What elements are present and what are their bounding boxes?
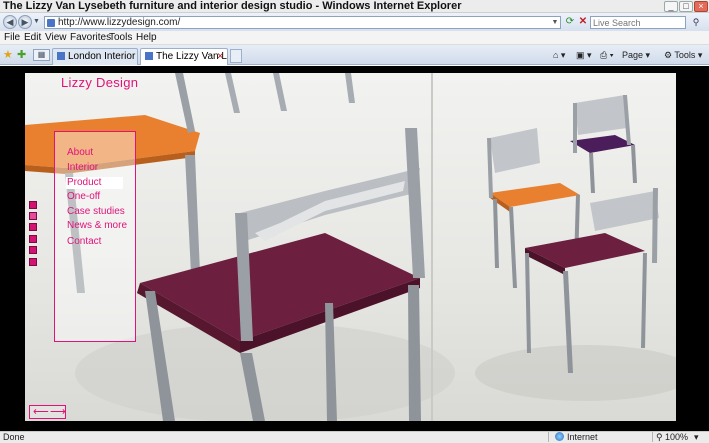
window-title-bar: The Lizzy Van Lysebeth furniture and int… <box>0 0 709 13</box>
status-text: Done <box>3 432 25 442</box>
close-tab-icon[interactable]: ✕ <box>216 49 224 64</box>
gallery-thumb-5[interactable] <box>29 246 37 254</box>
zoom-dropdown-icon[interactable]: ▾ <box>694 432 699 443</box>
window-title: The Lizzy Van Lysebeth furniture and int… <box>3 0 462 12</box>
nav-interior[interactable]: Interior <box>67 162 98 174</box>
status-divider <box>652 432 653 442</box>
search-box[interactable] <box>590 16 686 29</box>
status-bar: Done Internet ⚲ 100% ▾ <box>0 431 709 443</box>
home-icon[interactable]: ⌂ ▾ <box>553 48 565 62</box>
page-favicon-icon <box>47 19 55 27</box>
page-menu[interactable]: Page ▾ <box>622 48 650 62</box>
feeds-icon[interactable]: ▣ ▾ <box>576 48 592 62</box>
next-arrow-icon[interactable]: ⟶ <box>50 406 66 418</box>
close-window-button[interactable]: × <box>694 1 708 12</box>
refresh-icon[interactable]: ⟳ <box>564 16 576 28</box>
quick-tabs-icon[interactable]: ▦ <box>33 49 50 61</box>
nav-about[interactable]: About <box>67 147 93 159</box>
gallery-thumb-3[interactable] <box>29 223 37 231</box>
tools-menu-label: Tools <box>674 50 696 60</box>
search-input[interactable] <box>591 17 681 29</box>
nav-contact[interactable]: Contact <box>67 236 101 248</box>
tab-bar: ★ ✚ ▦ London Interior de... The Lizzy Va… <box>0 45 709 65</box>
tab-favicon-icon <box>57 52 65 60</box>
page-menu-label: Page <box>622 50 644 60</box>
nav-product[interactable]: Product <box>66 177 124 189</box>
tab-london-interior[interactable]: London Interior de... <box>52 48 138 65</box>
gallery-thumb-1[interactable] <box>29 201 37 209</box>
forward-button[interactable]: ▶ <box>18 15 32 29</box>
search-icon[interactable]: ⚲ <box>689 16 703 29</box>
new-tab-button[interactable] <box>230 49 242 63</box>
stop-icon[interactable]: ✕ <box>577 16 589 28</box>
nav-one-off[interactable]: One-off <box>67 191 100 203</box>
zoom-icon[interactable]: ⚲ <box>656 432 663 443</box>
address-toolbar: ◀ ▶ ▼ http://www.lizzydesign.com/ ▼ ⟳ ✕ … <box>0 13 709 31</box>
nav-news-more[interactable]: News & more <box>67 220 127 232</box>
back-button[interactable]: ◀ <box>3 15 17 29</box>
menu-bar: File Edit View Favorites Tools Help <box>0 31 709 45</box>
gallery-arrows: ⟵ ⟶ <box>29 405 66 419</box>
menu-help[interactable]: Help <box>136 32 157 44</box>
menu-edit[interactable]: Edit <box>24 32 41 44</box>
print-icon[interactable]: ⎙ ▾ <box>600 48 613 62</box>
tab-lizzy-van[interactable]: The Lizzy Van L... ✕ <box>140 48 228 65</box>
tab-favicon-icon <box>145 52 153 60</box>
menu-favorites[interactable]: Favorites <box>70 32 111 44</box>
add-favorite-icon[interactable]: ✚ <box>17 48 26 61</box>
status-divider <box>548 432 549 442</box>
menu-tools[interactable]: Tools <box>109 32 132 44</box>
address-dropdown-icon[interactable]: ▼ <box>551 17 559 28</box>
previous-arrow-icon[interactable]: ⟵ <box>33 406 49 418</box>
gallery-thumb-2[interactable] <box>29 212 37 220</box>
zoom-level[interactable]: 100% <box>665 432 688 443</box>
tab-label: London Interior de... <box>68 51 137 62</box>
security-zone-label: Internet <box>567 432 598 442</box>
internet-zone-icon <box>555 432 564 441</box>
photo-divider <box>431 73 433 421</box>
gallery-thumb-6[interactable] <box>29 258 37 266</box>
nav-case-studies[interactable]: Case studies <box>67 206 125 218</box>
address-field[interactable]: http://www.lizzydesign.com/ ▼ <box>44 16 561 29</box>
site-logo[interactable]: Lizzy Design <box>61 75 138 90</box>
tools-menu[interactable]: ⚙ Tools ▾ <box>664 48 702 62</box>
menu-view[interactable]: View <box>45 32 67 44</box>
url-text[interactable]: http://www.lizzydesign.com/ <box>58 17 180 29</box>
minimize-button[interactable]: _ <box>664 1 678 12</box>
favorites-star-icon[interactable]: ★ <box>3 48 13 61</box>
menu-file[interactable]: File <box>4 32 20 44</box>
gallery-thumb-4[interactable] <box>29 235 37 243</box>
maximize-button[interactable]: □ <box>679 1 693 12</box>
recent-pages-dropdown-icon[interactable]: ▼ <box>33 18 40 25</box>
